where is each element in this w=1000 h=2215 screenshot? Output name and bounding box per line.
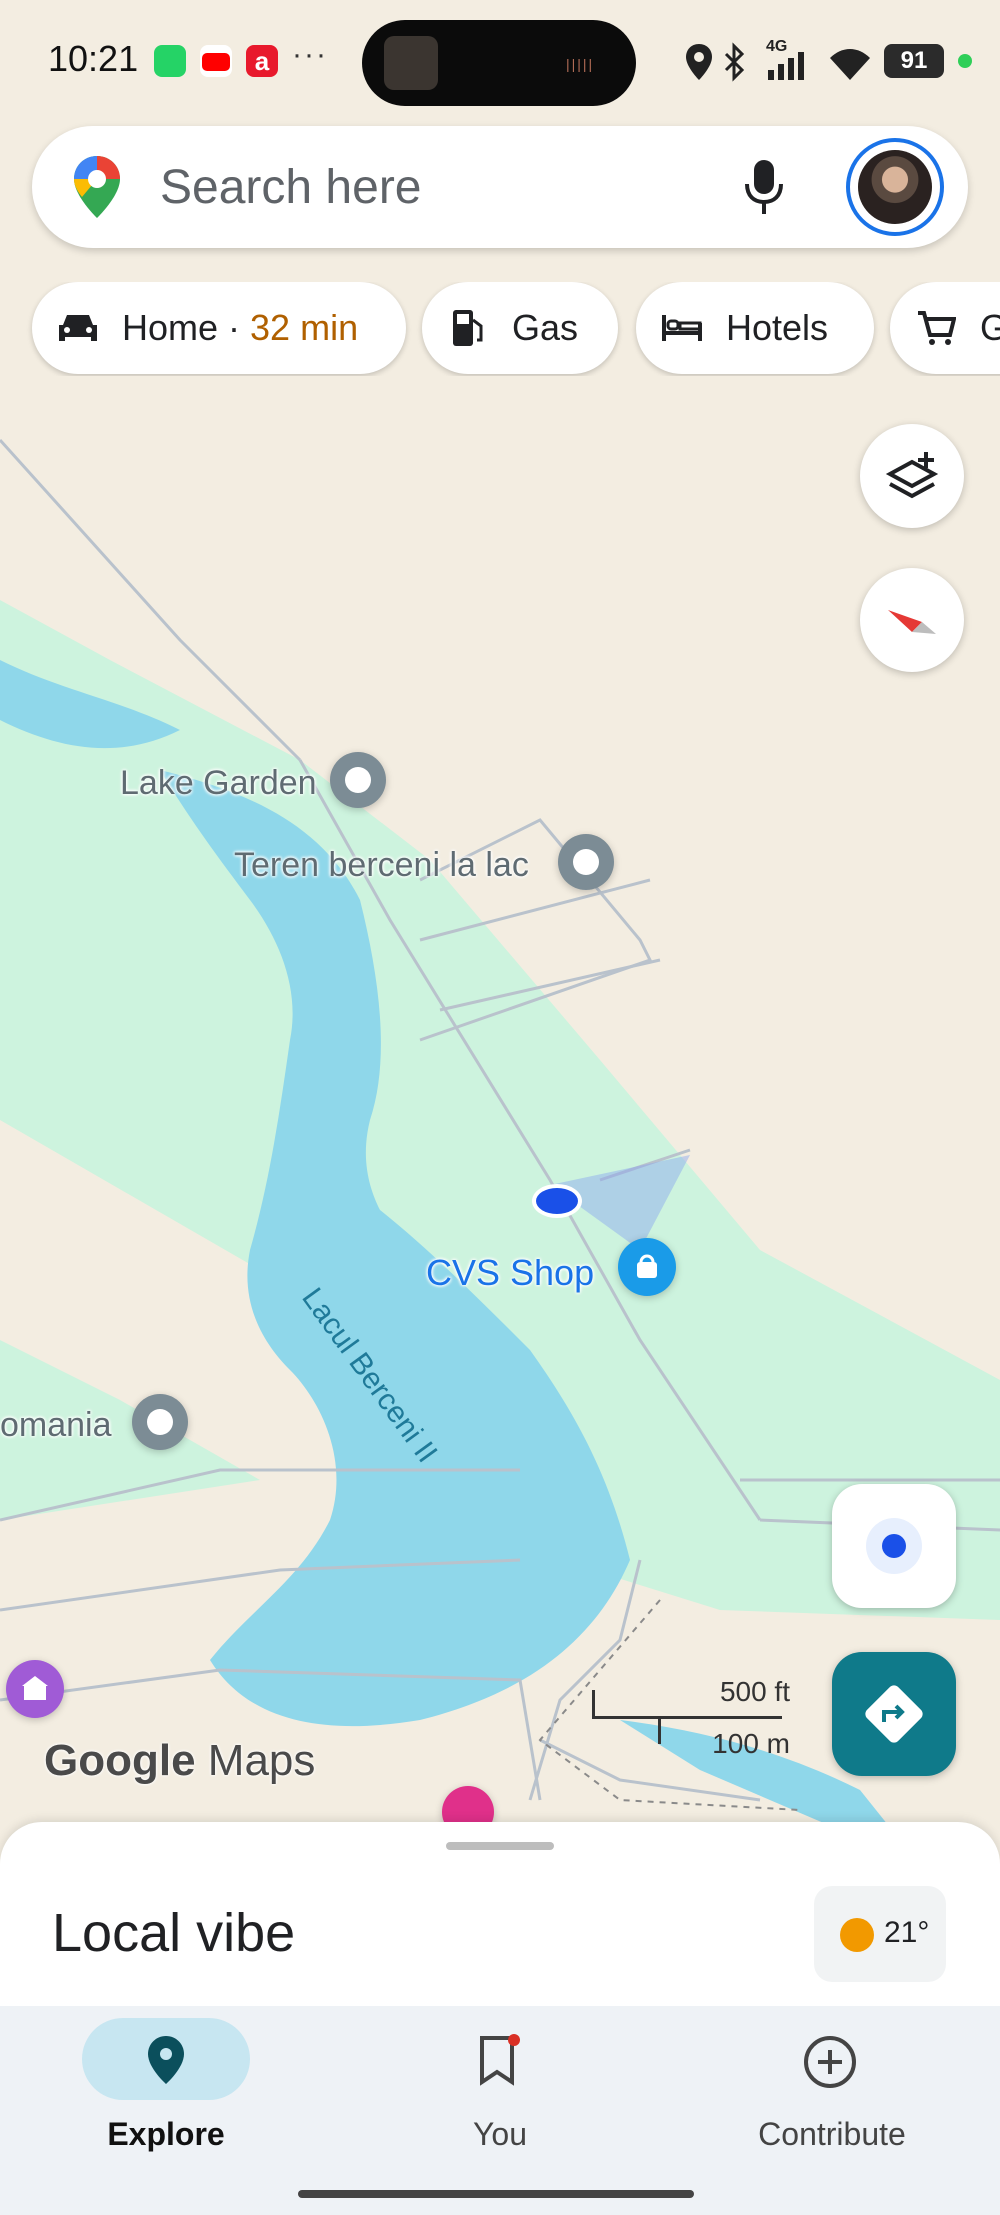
tab-explore[interactable]: Explore: [56, 2006, 276, 2156]
chip-gas-label: Gas: [512, 307, 579, 348]
car-icon: [56, 306, 100, 350]
add-circle-icon: [804, 2036, 856, 2088]
bookmark-icon: [480, 2034, 520, 2086]
crosshair-icon: [866, 1518, 922, 1574]
chip-home-separator: ·: [218, 307, 251, 348]
sheet-title: Local vibe: [52, 1903, 296, 1963]
privacy-dot: [958, 54, 972, 68]
layers-button[interactable]: [860, 424, 964, 528]
signal-icon: [768, 52, 804, 80]
chip-hotels-label: Hotels: [726, 307, 829, 348]
gesture-bar[interactable]: [298, 2190, 694, 2198]
bottom-sheet[interactable]: Local vibe 21°: [0, 1822, 1000, 2022]
search-input[interactable]: Search here: [160, 160, 422, 215]
map-scale: 500 ft 100 m: [590, 1672, 790, 1759]
my-location-button[interactable]: [832, 1484, 956, 1608]
tab-explore-label: Explore: [107, 2116, 225, 2152]
chip-groceries[interactable]: G: [890, 282, 1000, 374]
chip-groceries-label: G: [980, 307, 1000, 348]
weather-temp: 21°: [884, 1916, 930, 1949]
place-pin-cvs-shop[interactable]: [618, 1238, 676, 1296]
location-icon: [686, 44, 712, 80]
explore-pin-icon: [148, 2036, 184, 2084]
google-maps-logo: Google Maps: [44, 1736, 316, 1785]
google-maps-pin-icon: [74, 156, 120, 218]
gas-station-icon: [446, 306, 490, 350]
my-location-dot: [532, 1184, 582, 1218]
bed-icon: [660, 306, 704, 350]
sheet-drag-handle[interactable]: [446, 1842, 554, 1850]
attraction-pin[interactable]: [6, 1660, 64, 1718]
scale-imperial: 500 ft: [719, 1676, 790, 1707]
layers-icon: [885, 452, 939, 499]
mic-icon[interactable]: [744, 158, 784, 216]
sun-icon: [840, 1918, 874, 1952]
youtube-icon: [200, 45, 232, 77]
status-time: 10:21: [48, 38, 139, 79]
wifi-icon: [830, 49, 870, 80]
place-pin-teren[interactable]: [558, 834, 614, 890]
place-pin-romania[interactable]: [132, 1394, 188, 1450]
place-label-cvs-shop[interactable]: CVS Shop: [426, 1252, 594, 1294]
place-pin-lake-garden[interactable]: [330, 752, 386, 808]
category-chips: Home · 32 min Gas Hotels G: [0, 282, 1000, 376]
cart-icon: [914, 306, 958, 350]
chip-home[interactable]: Home · 32 min: [32, 282, 406, 374]
tab-you[interactable]: You: [390, 2006, 610, 2156]
directions-icon: [865, 1685, 923, 1743]
tab-contribute-label: Contribute: [758, 2116, 906, 2152]
scale-metric: 100 m: [712, 1728, 790, 1759]
place-label-teren[interactable]: Teren berceni la lac: [234, 846, 529, 885]
place-label-lake-garden[interactable]: Lake Garden: [120, 764, 317, 803]
battery-indicator: 91: [884, 44, 944, 78]
bluetooth-icon: [724, 42, 745, 82]
bottom-navigation: Explore You Contribute: [0, 2006, 1000, 2215]
place-label-romania[interactable]: omania: [0, 1406, 112, 1445]
tab-you-label: You: [473, 2116, 527, 2152]
audio-wave-icon: |||||: [566, 56, 595, 72]
search-bar[interactable]: Search here: [32, 126, 968, 248]
directions-button[interactable]: [832, 1652, 956, 1776]
whatsapp-icon: [154, 45, 186, 77]
compass-button[interactable]: [860, 568, 964, 672]
chip-home-label: Home: [122, 307, 219, 348]
media-thumbnail: [384, 36, 438, 90]
a-app-icon: a: [246, 45, 278, 77]
more-notifications-icon: ···: [292, 38, 328, 71]
landmark-icon: [22, 1676, 48, 1700]
chip-gas[interactable]: Gas: [422, 282, 618, 374]
status-bar: 10:21 a ··· ||||| 4G 91: [0, 0, 1000, 120]
avatar[interactable]: [846, 138, 944, 236]
shopping-bag-icon: [637, 1254, 657, 1278]
chip-hotels[interactable]: Hotels: [636, 282, 874, 374]
tab-contribute[interactable]: Contribute: [722, 2006, 942, 2156]
chip-home-eta: 32 min: [250, 307, 359, 348]
weather-chip[interactable]: 21°: [814, 1886, 946, 1982]
dynamic-island[interactable]: |||||: [362, 20, 636, 106]
compass-icon: [888, 610, 936, 634]
